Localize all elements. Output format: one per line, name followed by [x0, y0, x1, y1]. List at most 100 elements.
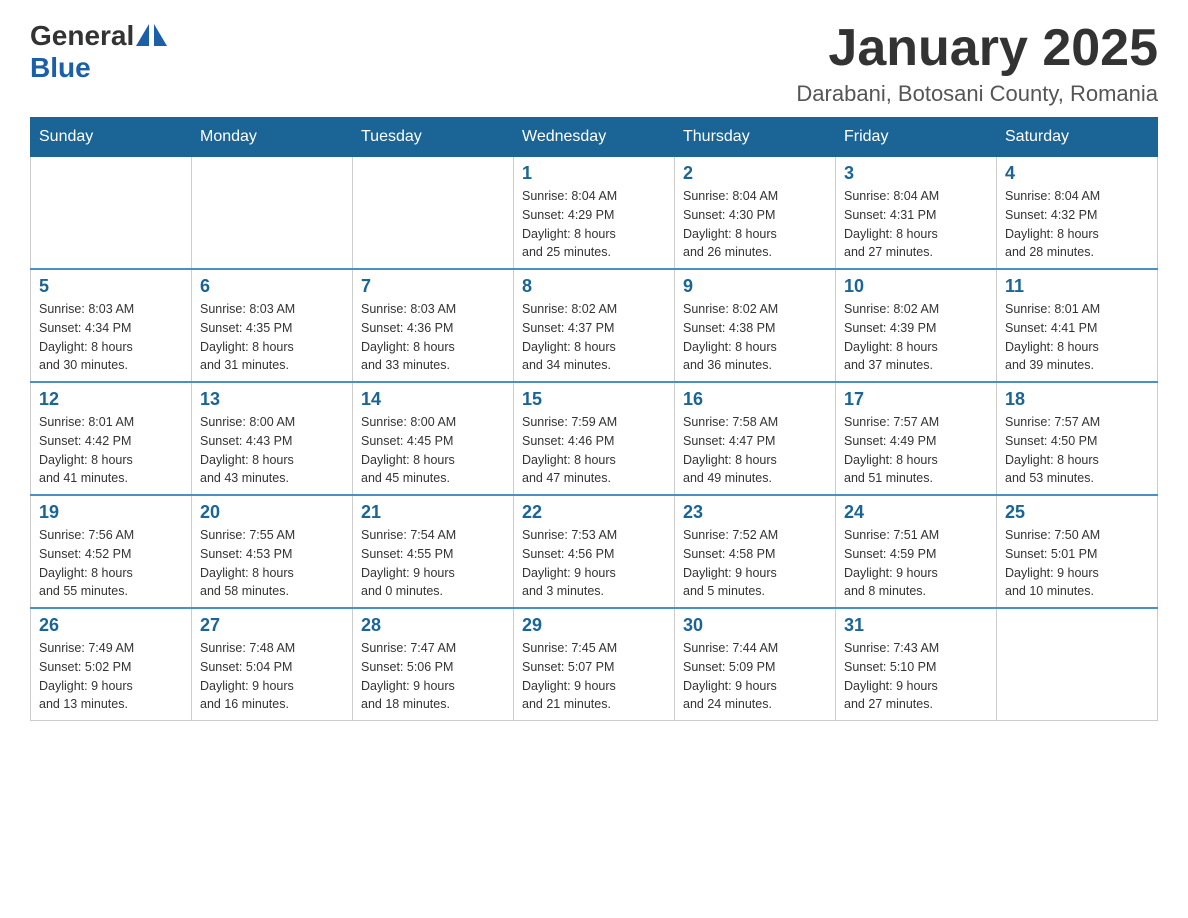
day-cell: 11 Sunrise: 8:01 AMSunset: 4:41 PMDayligh…	[997, 269, 1158, 382]
day-number: 26	[39, 615, 183, 636]
day-info: Sunrise: 7:50 AMSunset: 5:01 PMDaylight:…	[1005, 526, 1149, 601]
day-cell	[353, 157, 514, 270]
day-cell: 13 Sunrise: 8:00 AMSunset: 4:43 PMDayligh…	[192, 382, 353, 495]
day-cell: 17Sunrise: 7:57 AMSunset: 4:49 PMDayligh…	[836, 382, 997, 495]
week-row-5: 26 Sunrise: 7:49 AMSunset: 5:02 PMDayligh…	[31, 608, 1158, 721]
day-info: Sunrise: 8:04 AMSunset: 4:30 PMDaylight:…	[683, 187, 827, 262]
day-info: Sunrise: 7:49 AMSunset: 5:02 PMDaylight:…	[39, 639, 183, 714]
day-cell: 25 Sunrise: 7:50 AMSunset: 5:01 PMDayligh…	[997, 495, 1158, 608]
day-info: Sunrise: 7:44 AMSunset: 5:09 PMDaylight:…	[683, 639, 827, 714]
day-info: Sunrise: 8:01 AMSunset: 4:41 PMDaylight:…	[1005, 300, 1149, 375]
col-header-friday: Friday	[836, 118, 997, 157]
day-number: 16	[683, 389, 827, 410]
day-cell: 27 Sunrise: 7:48 AMSunset: 5:04 PMDayligh…	[192, 608, 353, 721]
day-cell: 15 Sunrise: 7:59 AMSunset: 4:46 PMDayligh…	[514, 382, 675, 495]
day-cell: 3 Sunrise: 8:04 AMSunset: 4:31 PMDaylight…	[836, 157, 997, 270]
day-number: 4	[1005, 163, 1149, 184]
day-number: 10	[844, 276, 988, 297]
day-cell: 24 Sunrise: 7:51 AMSunset: 4:59 PMDayligh…	[836, 495, 997, 608]
title-section: January 2025 Darabani, Botosani County, …	[796, 20, 1158, 107]
day-cell: 1 Sunrise: 8:04 AMSunset: 4:29 PMDaylight…	[514, 157, 675, 270]
week-row-4: 19 Sunrise: 7:56 AMSunset: 4:52 PMDayligh…	[31, 495, 1158, 608]
day-info: Sunrise: 7:51 AMSunset: 4:59 PMDaylight:…	[844, 526, 988, 601]
day-number: 11	[1005, 276, 1149, 297]
day-number: 24	[844, 502, 988, 523]
day-cell	[997, 608, 1158, 721]
day-cell: 20 Sunrise: 7:55 AMSunset: 4:53 PMDayligh…	[192, 495, 353, 608]
calendar-header-row: SundayMondayTuesdayWednesdayThursdayFrid…	[31, 118, 1158, 157]
day-info: Sunrise: 7:47 AMSunset: 5:06 PMDaylight:…	[361, 639, 505, 714]
day-cell: 8 Sunrise: 8:02 AMSunset: 4:37 PMDaylight…	[514, 269, 675, 382]
day-number: 28	[361, 615, 505, 636]
day-cell: 21 Sunrise: 7:54 AMSunset: 4:55 PMDayligh…	[353, 495, 514, 608]
day-number: 25	[1005, 502, 1149, 523]
day-number: 18	[1005, 389, 1149, 410]
day-info: Sunrise: 7:55 AMSunset: 4:53 PMDaylight:…	[200, 526, 344, 601]
day-info: Sunrise: 7:53 AMSunset: 4:56 PMDaylight:…	[522, 526, 666, 601]
day-info: Sunrise: 8:02 AMSunset: 4:39 PMDaylight:…	[844, 300, 988, 375]
day-info: Sunrise: 7:59 AMSunset: 4:46 PMDaylight:…	[522, 413, 666, 488]
day-info: Sunrise: 8:03 AMSunset: 4:35 PMDaylight:…	[200, 300, 344, 375]
day-info: Sunrise: 7:54 AMSunset: 4:55 PMDaylight:…	[361, 526, 505, 601]
day-info: Sunrise: 7:58 AMSunset: 4:47 PMDaylight:…	[683, 413, 827, 488]
week-row-1: 1 Sunrise: 8:04 AMSunset: 4:29 PMDaylight…	[31, 157, 1158, 270]
day-number: 20	[200, 502, 344, 523]
day-number: 31	[844, 615, 988, 636]
day-number: 21	[361, 502, 505, 523]
day-cell	[31, 157, 192, 270]
day-number: 19	[39, 502, 183, 523]
day-cell: 12 Sunrise: 8:01 AMSunset: 4:42 PMDayligh…	[31, 382, 192, 495]
col-header-monday: Monday	[192, 118, 353, 157]
day-number: 14	[361, 389, 505, 410]
day-number: 13	[200, 389, 344, 410]
day-number: 23	[683, 502, 827, 523]
day-cell: 26 Sunrise: 7:49 AMSunset: 5:02 PMDayligh…	[31, 608, 192, 721]
day-info: Sunrise: 8:04 AMSunset: 4:32 PMDaylight:…	[1005, 187, 1149, 262]
day-number: 9	[683, 276, 827, 297]
day-number: 1	[522, 163, 666, 184]
day-cell: 29Sunrise: 7:45 AMSunset: 5:07 PMDayligh…	[514, 608, 675, 721]
day-info: Sunrise: 8:02 AMSunset: 4:37 PMDaylight:…	[522, 300, 666, 375]
day-info: Sunrise: 8:00 AMSunset: 4:43 PMDaylight:…	[200, 413, 344, 488]
day-cell: 31 Sunrise: 7:43 AMSunset: 5:10 PMDayligh…	[836, 608, 997, 721]
day-info: Sunrise: 7:43 AMSunset: 5:10 PMDaylight:…	[844, 639, 988, 714]
day-number: 27	[200, 615, 344, 636]
day-info: Sunrise: 8:01 AMSunset: 4:42 PMDaylight:…	[39, 413, 183, 488]
day-cell: 5Sunrise: 8:03 AMSunset: 4:34 PMDaylight…	[31, 269, 192, 382]
calendar-table: SundayMondayTuesdayWednesdayThursdayFrid…	[30, 117, 1158, 721]
location-title: Darabani, Botosani County, Romania	[796, 81, 1158, 107]
month-title: January 2025	[796, 20, 1158, 77]
day-cell: 10 Sunrise: 8:02 AMSunset: 4:39 PMDayligh…	[836, 269, 997, 382]
day-number: 5	[39, 276, 183, 297]
day-cell: 7Sunrise: 8:03 AMSunset: 4:36 PMDaylight…	[353, 269, 514, 382]
day-cell: 6Sunrise: 8:03 AMSunset: 4:35 PMDaylight…	[192, 269, 353, 382]
day-cell: 16 Sunrise: 7:58 AMSunset: 4:47 PMDayligh…	[675, 382, 836, 495]
day-cell: 14Sunrise: 8:00 AMSunset: 4:45 PMDayligh…	[353, 382, 514, 495]
day-cell: 30 Sunrise: 7:44 AMSunset: 5:09 PMDayligh…	[675, 608, 836, 721]
col-header-sunday: Sunday	[31, 118, 192, 157]
day-info: Sunrise: 7:57 AMSunset: 4:49 PMDaylight:…	[844, 413, 988, 488]
day-number: 22	[522, 502, 666, 523]
week-row-2: 5Sunrise: 8:03 AMSunset: 4:34 PMDaylight…	[31, 269, 1158, 382]
logo-blue: Blue	[30, 52, 91, 84]
day-number: 29	[522, 615, 666, 636]
col-header-tuesday: Tuesday	[353, 118, 514, 157]
day-info: Sunrise: 7:48 AMSunset: 5:04 PMDaylight:…	[200, 639, 344, 714]
day-info: Sunrise: 8:03 AMSunset: 4:36 PMDaylight:…	[361, 300, 505, 375]
logo: General Blue	[30, 20, 167, 84]
day-number: 2	[683, 163, 827, 184]
day-number: 12	[39, 389, 183, 410]
day-info: Sunrise: 8:04 AMSunset: 4:31 PMDaylight:…	[844, 187, 988, 262]
day-info: Sunrise: 8:04 AMSunset: 4:29 PMDaylight:…	[522, 187, 666, 262]
day-number: 30	[683, 615, 827, 636]
day-cell: 19 Sunrise: 7:56 AMSunset: 4:52 PMDayligh…	[31, 495, 192, 608]
day-info: Sunrise: 8:02 AMSunset: 4:38 PMDaylight:…	[683, 300, 827, 375]
day-number: 8	[522, 276, 666, 297]
col-header-saturday: Saturday	[997, 118, 1158, 157]
col-header-thursday: Thursday	[675, 118, 836, 157]
day-info: Sunrise: 7:57 AMSunset: 4:50 PMDaylight:…	[1005, 413, 1149, 488]
day-info: Sunrise: 7:56 AMSunset: 4:52 PMDaylight:…	[39, 526, 183, 601]
day-cell: 28 Sunrise: 7:47 AMSunset: 5:06 PMDayligh…	[353, 608, 514, 721]
day-number: 15	[522, 389, 666, 410]
day-number: 3	[844, 163, 988, 184]
